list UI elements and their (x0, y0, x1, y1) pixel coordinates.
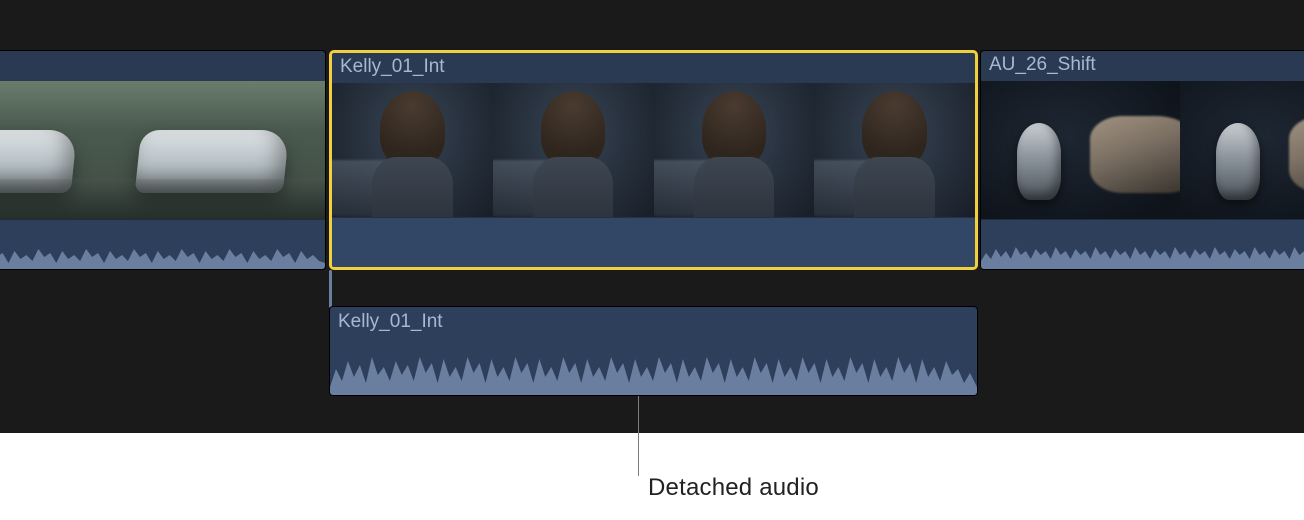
waveform (330, 339, 977, 395)
thumbnail-frame (493, 83, 654, 223)
thumbnail-frame (113, 81, 325, 221)
clip-thumbnails (332, 83, 975, 223)
annotation-leader-line (638, 396, 639, 476)
video-clip[interactable] (0, 50, 326, 270)
clip-thumbnails (981, 81, 1304, 221)
thumbnail-frame (654, 83, 815, 223)
clip-thumbnails (0, 81, 325, 221)
timeline[interactable]: Kelly_01_Int AU_26_Shift (0, 0, 1304, 433)
thumbnail-frame (814, 83, 975, 223)
video-clip-selected[interactable]: Kelly_01_Int (329, 50, 978, 270)
detached-audio-clip[interactable]: Kelly_01_Int (329, 306, 978, 396)
waveform (981, 233, 1304, 269)
thumbnail-frame (332, 83, 493, 223)
thumbnail-frame (1180, 81, 1304, 221)
waveform (0, 233, 325, 269)
annotation-label: Detached audio (648, 474, 819, 502)
primary-storyline: Kelly_01_Int AU_26_Shift (0, 50, 1304, 270)
clip-label: AU_26_Shift (989, 54, 1096, 76)
clip-audio-lane[interactable] (0, 219, 325, 269)
video-clip[interactable]: AU_26_Shift (980, 50, 1304, 270)
clip-label: Kelly_01_Int (338, 311, 443, 333)
clip-connector (329, 270, 332, 308)
thumbnail-frame (0, 81, 113, 221)
clip-audio-lane[interactable] (332, 217, 975, 267)
thumbnail-frame (981, 81, 1180, 221)
clip-label: Kelly_01_Int (340, 56, 445, 78)
clip-audio-lane[interactable] (981, 219, 1304, 269)
